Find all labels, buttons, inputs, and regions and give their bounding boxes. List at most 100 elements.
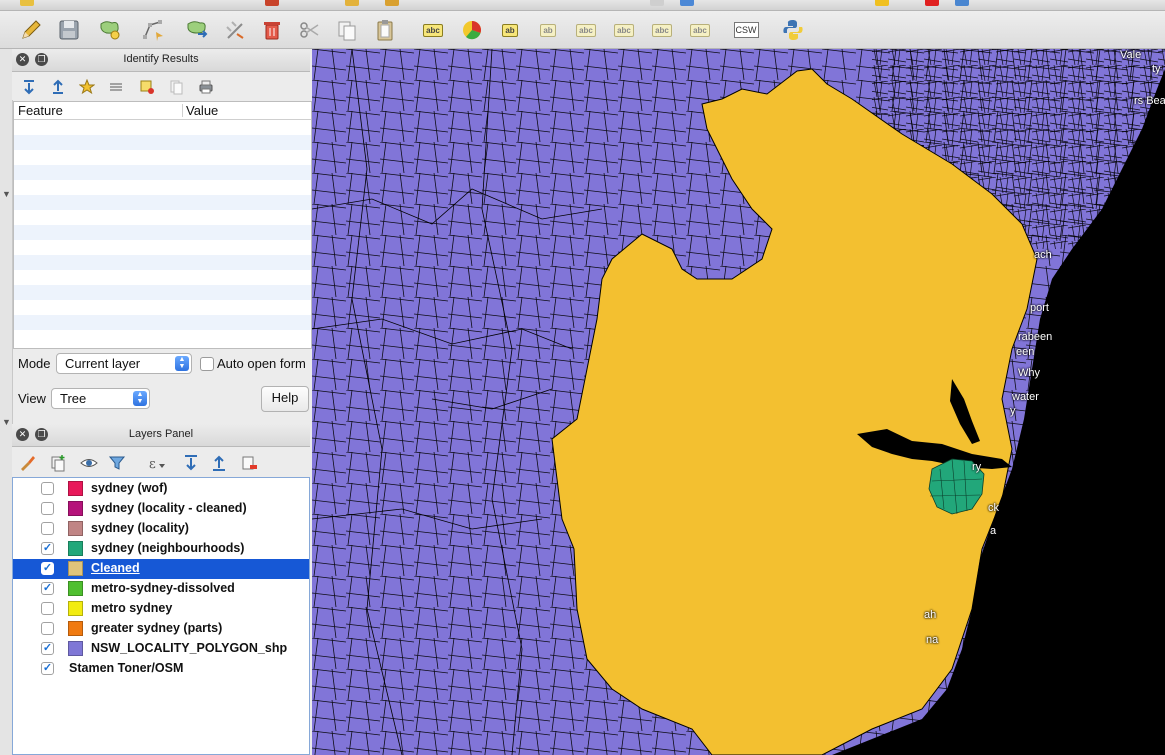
expand-all-icon[interactable] bbox=[180, 453, 202, 473]
rotate-label-icon[interactable]: abc bbox=[649, 17, 675, 43]
filter-by-expression-icon[interactable]: ε bbox=[146, 453, 168, 473]
map-canvas[interactable]: Vale ty rs Bea ach port rabeen een Why water y ry c… bbox=[312, 49, 1165, 755]
auto-open-form-checkbox[interactable] bbox=[200, 357, 214, 371]
copy-features-icon[interactable] bbox=[334, 17, 360, 43]
layer-row[interactable]: ✓ metro-sydney-dissolved bbox=[13, 579, 309, 599]
pin-labels-icon[interactable]: ab bbox=[497, 17, 523, 43]
move-feature-icon[interactable] bbox=[184, 17, 210, 43]
empty-row bbox=[14, 255, 311, 270]
map-place-label: Vale bbox=[1120, 49, 1142, 61]
rotate-feature-icon[interactable] bbox=[222, 17, 248, 43]
csw-button[interactable]: CSW bbox=[733, 17, 759, 43]
toolbar-partial-icon[interactable] bbox=[385, 0, 399, 6]
layer-name: sydney (neighbourhoods) bbox=[91, 541, 245, 555]
layers-tree[interactable]: sydney (wof) sydney (locality - cleaned) s… bbox=[12, 477, 310, 755]
collapse-tree-icon[interactable] bbox=[49, 78, 67, 96]
clear-results-icon[interactable] bbox=[107, 78, 125, 96]
filter-legend-icon[interactable] bbox=[106, 453, 128, 473]
toolbar-partial-icon[interactable] bbox=[680, 0, 694, 6]
layer-name: Stamen Toner/OSM bbox=[69, 661, 184, 675]
change-label-icon[interactable]: abc bbox=[687, 17, 713, 43]
layer-visibility-checkbox[interactable]: ✓ bbox=[41, 642, 54, 655]
node-tool-icon[interactable] bbox=[140, 17, 166, 43]
empty-row bbox=[14, 270, 311, 285]
map-place-label: ry bbox=[972, 461, 982, 473]
toolbar-partial-icon[interactable] bbox=[875, 0, 889, 6]
save-edits-icon[interactable] bbox=[56, 17, 82, 43]
empty-row bbox=[14, 165, 311, 180]
diagram-pie-icon[interactable] bbox=[459, 17, 485, 43]
layer-row[interactable]: sydney (wof) bbox=[13, 479, 309, 499]
toolbar-partial-icon[interactable] bbox=[265, 0, 279, 6]
layer-row[interactable]: ✓ sydney (neighbourhoods) bbox=[13, 539, 309, 559]
manage-visibility-eye-icon[interactable] bbox=[78, 453, 100, 473]
layer-row[interactable]: metro sydney bbox=[13, 599, 309, 619]
empty-row bbox=[14, 195, 311, 210]
view-select[interactable]: Tree ▲ ▼ bbox=[51, 388, 150, 409]
toolbar-partial-icon[interactable] bbox=[650, 0, 664, 6]
paste-features-icon[interactable] bbox=[372, 17, 398, 43]
layer-visibility-checkbox[interactable]: ✓ bbox=[41, 562, 54, 575]
label-toolbar-icon[interactable]: abc bbox=[420, 17, 446, 43]
cut-features-icon[interactable] bbox=[297, 17, 323, 43]
empty-row bbox=[14, 135, 311, 150]
svg-text:ε: ε bbox=[149, 457, 156, 472]
python-console-icon[interactable] bbox=[780, 17, 806, 43]
move-label-icon[interactable]: abc bbox=[611, 17, 637, 43]
layer-name: sydney (wof) bbox=[91, 481, 168, 495]
digitizing-toolbar: abc ab ab abc abc abc abc CSW bbox=[0, 11, 1165, 49]
empty-row bbox=[14, 180, 311, 195]
layers-panel-titlebar: ✕ ❐ Layers Panel bbox=[12, 424, 310, 447]
layer-visibility-checkbox[interactable] bbox=[41, 602, 54, 615]
toolbar-partial-icon[interactable] bbox=[20, 0, 34, 6]
collapse-arrow-icon[interactable]: ▼ bbox=[2, 417, 11, 427]
view-label: View bbox=[18, 391, 46, 406]
map-place-label: ah bbox=[924, 609, 937, 621]
layer-row[interactable]: ✓ Stamen Toner/OSM bbox=[13, 659, 309, 679]
layer-visibility-checkbox[interactable]: ✓ bbox=[41, 542, 54, 555]
layer-row[interactable]: greater sydney (parts) bbox=[13, 619, 309, 639]
show-hide-labels-icon[interactable]: abc bbox=[573, 17, 599, 43]
help-button[interactable]: Help bbox=[261, 386, 309, 412]
toolbar-partial-icon[interactable] bbox=[955, 0, 969, 6]
toolbar-partial-icon[interactable] bbox=[345, 0, 359, 6]
add-group-icon[interactable] bbox=[47, 453, 69, 473]
layer-visibility-checkbox[interactable] bbox=[41, 522, 54, 535]
layer-visibility-checkbox[interactable]: ✓ bbox=[41, 582, 54, 595]
column-header-feature[interactable]: Feature bbox=[18, 103, 63, 118]
remove-layer-icon[interactable] bbox=[238, 453, 260, 473]
delete-selected-icon[interactable] bbox=[259, 17, 285, 43]
column-header-value[interactable]: Value bbox=[186, 103, 218, 118]
collapse-arrow-icon[interactable]: ▼ bbox=[2, 189, 11, 199]
layer-symbol-swatch bbox=[68, 481, 83, 496]
clear-highlights-icon[interactable] bbox=[138, 78, 156, 96]
expand-new-results-icon[interactable] bbox=[78, 78, 96, 96]
layer-row[interactable]: ✓ NSW_LOCALITY_POLYGON_shp bbox=[13, 639, 309, 659]
toggle-editing-pencil-icon[interactable] bbox=[18, 17, 44, 43]
print-icon[interactable] bbox=[197, 78, 215, 96]
empty-row bbox=[14, 225, 311, 240]
empty-row bbox=[14, 300, 311, 315]
layer-symbol-swatch bbox=[68, 641, 83, 656]
highlight-pinned-labels-icon[interactable]: ab bbox=[535, 17, 561, 43]
toolbar-partial-icon[interactable] bbox=[925, 0, 939, 6]
mode-select[interactable]: Current layer ▲ ▼ bbox=[56, 353, 192, 374]
collapse-all-icon[interactable] bbox=[208, 453, 230, 473]
expand-tree-icon[interactable] bbox=[20, 78, 38, 96]
layer-row[interactable]: sydney (locality - cleaned) bbox=[13, 499, 309, 519]
layer-name: Cleaned bbox=[91, 561, 140, 575]
layer-row[interactable]: sydney (locality) bbox=[13, 519, 309, 539]
layer-visibility-checkbox[interactable] bbox=[41, 502, 54, 515]
empty-row bbox=[14, 315, 311, 330]
layer-visibility-checkbox[interactable]: ✓ bbox=[41, 662, 54, 675]
layer-visibility-checkbox[interactable] bbox=[41, 482, 54, 495]
style-manager-icon[interactable] bbox=[17, 453, 39, 473]
add-feature-icon[interactable] bbox=[97, 17, 123, 43]
copy-feature-icon[interactable] bbox=[167, 78, 185, 96]
identify-results-tree[interactable]: Feature Value bbox=[13, 101, 312, 349]
layer-visibility-checkbox[interactable] bbox=[41, 622, 54, 635]
layer-name: greater sydney (parts) bbox=[91, 621, 223, 635]
layer-row[interactable]: ✓ Cleaned bbox=[13, 559, 309, 579]
identify-toolbar bbox=[12, 72, 310, 100]
layer-name: metro-sydney-dissolved bbox=[91, 581, 235, 595]
